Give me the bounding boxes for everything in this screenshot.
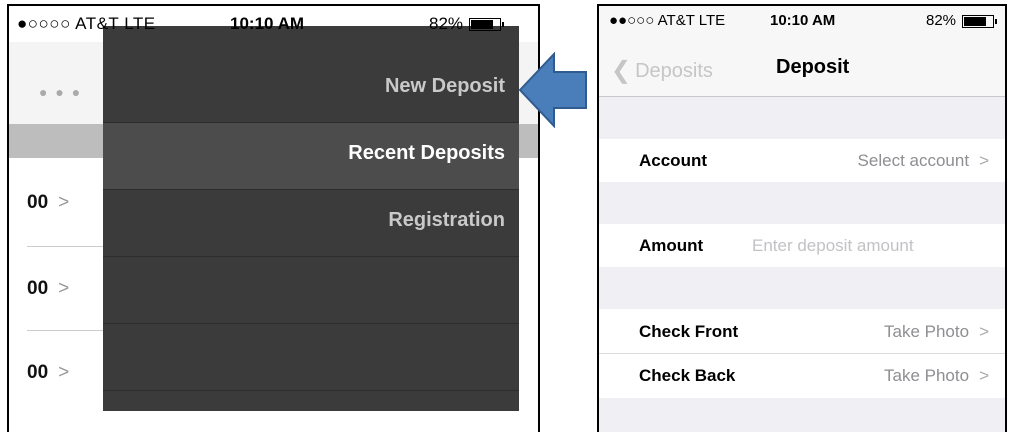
menu-item-empty[interactable] <box>103 257 519 324</box>
chevron-right-icon: > <box>979 151 989 170</box>
check-front-value: Take Photo > <box>884 322 989 342</box>
status-bar: ●●○○○ AT&T LTE 10:10 AM 82% <box>599 6 1005 38</box>
side-menu: New Deposit Recent Deposits Registration <box>103 26 519 411</box>
check-back-row[interactable]: Check Back Take Photo > <box>599 354 1005 398</box>
carrier-label: ●○○○○ AT&T LTE <box>17 14 156 33</box>
battery-indicator: 82% <box>429 14 505 34</box>
check-front-label: Check Front <box>639 322 739 341</box>
background-row-value: 00 > <box>27 192 69 214</box>
check-back-value-text: Take Photo <box>884 366 970 385</box>
carrier-label: ●●○○○ AT&T LTE <box>609 12 726 29</box>
menu-item-label: Registration <box>388 209 505 231</box>
chevron-right-icon: > <box>58 362 70 383</box>
menu-item-registration[interactable]: Registration <box>103 190 519 257</box>
account-value: Select account > <box>858 151 989 171</box>
chevron-right-icon: > <box>58 278 70 299</box>
check-back-value: Take Photo > <box>884 366 989 386</box>
chevron-right-icon: > <box>58 192 70 213</box>
back-button-label: Deposits <box>635 60 713 82</box>
row-value-text: 00 <box>27 278 49 299</box>
battery-percent: 82% <box>429 14 464 33</box>
menu-item-new-deposit[interactable]: New Deposit <box>103 56 519 123</box>
row-value-text: 00 <box>27 192 49 213</box>
check-back-label: Check Back <box>639 366 736 385</box>
chevron-left-icon: ❮ <box>611 57 632 84</box>
menu-item-empty[interactable] <box>103 324 519 391</box>
time-label: 10:10 AM <box>770 12 836 29</box>
status-bar: ●○○○○ AT&T LTE 10:10 AM 82% <box>9 6 538 42</box>
more-icon: ● ● ● <box>39 84 83 100</box>
arrow-left-icon <box>518 52 587 128</box>
menu-item-label: Recent Deposits <box>348 142 505 164</box>
battery-percent: 82% <box>926 12 957 29</box>
time-label: 10:10 AM <box>230 14 305 33</box>
background-row-value: 00 > <box>27 362 69 384</box>
background-row-value: 00 > <box>27 278 69 300</box>
right-phone-screen: ●●○○○ AT&T LTE 10:10 AM 82% ❮ Deposits De… <box>597 4 1007 432</box>
chevron-right-icon: > <box>979 322 989 341</box>
menu-item-label: New Deposit <box>384 75 505 97</box>
battery-icon <box>469 18 505 32</box>
amount-input[interactable]: Enter deposit amount <box>752 236 914 256</box>
account-value-text: Select account <box>857 151 970 170</box>
back-button[interactable]: ❮ Deposits <box>611 56 713 85</box>
amount-label: Amount <box>639 236 704 255</box>
amount-row[interactable]: Amount Enter deposit amount <box>599 224 1005 267</box>
navigation-bar: ❮ Deposits Deposit <box>599 38 1005 97</box>
battery-indicator: 82% <box>926 12 998 29</box>
row-value-text: 00 <box>27 362 49 383</box>
account-label: Account <box>639 151 707 170</box>
account-row[interactable]: Account Select account > <box>599 139 1005 182</box>
check-front-value-text: Take Photo <box>884 322 970 341</box>
battery-icon <box>962 14 998 28</box>
chevron-right-icon: > <box>979 366 989 385</box>
menu-item-recent-deposits[interactable]: Recent Deposits <box>103 123 519 190</box>
left-phone-screen: ● ● ● 00 > 00 > 00 > New Deposit Recent Dep… <box>7 4 540 432</box>
check-front-row[interactable]: Check Front Take Photo > <box>599 309 1005 354</box>
page-title: Deposit <box>776 56 850 78</box>
